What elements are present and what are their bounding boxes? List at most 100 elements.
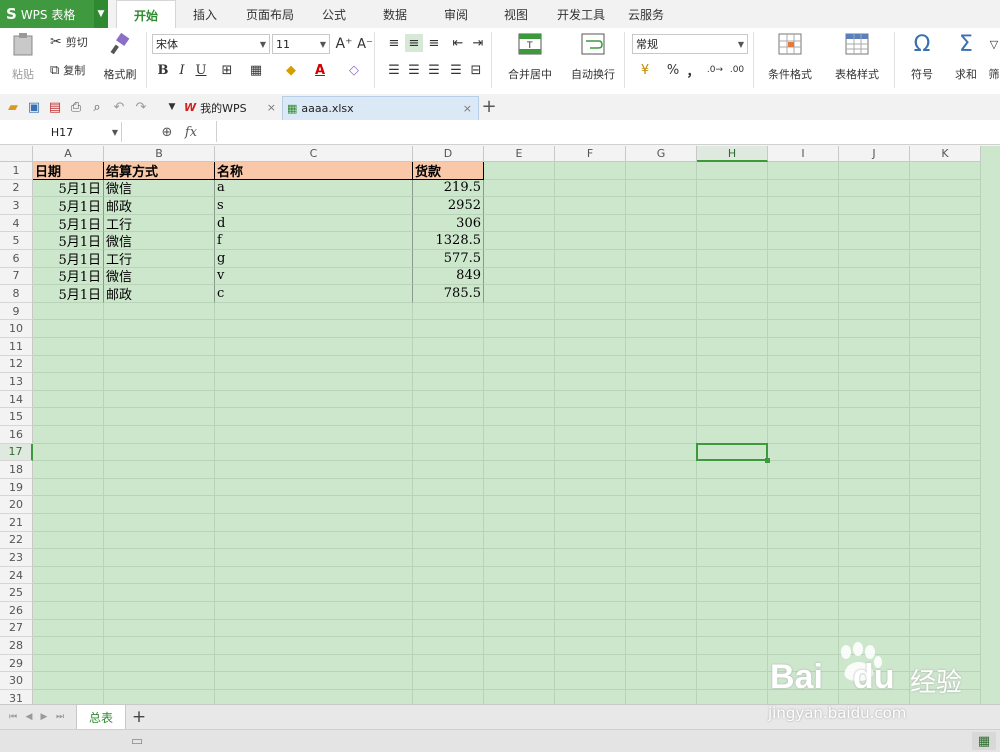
grid-cell[interactable] <box>215 443 413 462</box>
grid-cell[interactable] <box>33 514 104 532</box>
grid-cell[interactable] <box>484 373 555 391</box>
grid-cell[interactable] <box>839 285 910 303</box>
fx-button[interactable]: fx <box>182 123 200 141</box>
grid-cell[interactable] <box>104 338 215 356</box>
column-header[interactable]: E <box>484 146 555 162</box>
grid-cell[interactable] <box>413 355 484 374</box>
grid-cell[interactable] <box>626 461 697 479</box>
table-data-cell[interactable]: 5月1日 <box>33 285 104 303</box>
grid-cell[interactable] <box>768 320 839 338</box>
grid-cell[interactable] <box>555 690 626 704</box>
zoom-search-icon[interactable]: ⊕ <box>158 123 176 141</box>
grid-cell[interactable] <box>33 584 104 602</box>
grid-cell[interactable] <box>33 690 104 704</box>
format-painter-button[interactable]: 格式刷 <box>100 32 140 82</box>
grid-cell[interactable] <box>555 250 626 268</box>
grid-cell[interactable] <box>215 531 413 550</box>
grid-cell[interactable] <box>215 426 413 444</box>
wrap-text-button[interactable]: 自动换行 <box>566 32 620 82</box>
chevron-down-icon[interactable]: ▼ <box>94 0 108 28</box>
grid-cell[interactable] <box>555 549 626 567</box>
grid-cell[interactable] <box>626 179 697 198</box>
grid-cell[interactable] <box>484 320 555 338</box>
grid-cell[interactable] <box>839 496 910 514</box>
grid-cell[interactable] <box>697 637 768 655</box>
grid-cell[interactable] <box>484 531 555 550</box>
selected-cell-indicator[interactable] <box>696 442 768 462</box>
grid-cell[interactable] <box>626 549 697 567</box>
row-header[interactable]: 21 <box>0 514 33 532</box>
grid-cell[interactable] <box>555 443 626 462</box>
grid-cell[interactable] <box>104 496 215 514</box>
grid-cell[interactable] <box>626 619 697 638</box>
grid-cell[interactable] <box>484 690 555 704</box>
grid-cell[interactable] <box>484 514 555 532</box>
paste-button[interactable]: 粘贴 <box>8 32 38 82</box>
bold-button[interactable]: B <box>154 61 172 79</box>
grid-cell[interactable] <box>697 179 768 198</box>
grid-cell[interactable] <box>33 566 104 585</box>
table-data-cell[interactable]: 5月1日 <box>33 232 104 250</box>
align-middle-icon[interactable]: ≡ <box>405 34 423 52</box>
grid-cell[interactable] <box>555 214 626 233</box>
grid-cell[interactable] <box>910 390 981 409</box>
table-data-cell[interactable]: 5月1日 <box>33 197 104 215</box>
grid-cell[interactable] <box>626 250 697 268</box>
grid-cell[interactable] <box>104 672 215 690</box>
tab-data[interactable]: 数据 <box>383 0 407 28</box>
name-box[interactable]: H17 ▼ <box>0 122 122 142</box>
row-header[interactable]: 15 <box>0 408 33 426</box>
grid-cell[interactable] <box>33 338 104 356</box>
font-color-icon[interactable]: A <box>311 61 329 79</box>
row-header[interactable]: 12 <box>0 355 33 374</box>
grid-cell[interactable] <box>555 531 626 550</box>
grid-cell[interactable] <box>33 320 104 338</box>
grid-cell[interactable] <box>413 514 484 532</box>
grid-cell[interactable] <box>697 461 768 479</box>
grid-cell[interactable] <box>484 390 555 409</box>
grid-cell[interactable] <box>484 285 555 303</box>
grid-cell[interactable] <box>768 584 839 602</box>
grid-cell[interactable] <box>697 408 768 426</box>
grid-cell[interactable] <box>839 320 910 338</box>
table-data-cell[interactable]: 工行 <box>104 214 215 233</box>
grid-cell[interactable] <box>910 232 981 250</box>
grid-cell[interactable] <box>33 619 104 638</box>
grid-cell[interactable] <box>839 478 910 497</box>
tab-home[interactable]: 开始 <box>116 0 176 30</box>
row-header[interactable]: 8 <box>0 285 33 303</box>
font-size-select[interactable]: 11 ▼ <box>272 34 330 54</box>
grid-cell[interactable] <box>33 602 104 620</box>
grid-cell[interactable] <box>768 408 839 426</box>
grid-cell[interactable] <box>33 390 104 409</box>
grid-cell[interactable] <box>626 443 697 462</box>
grid-cell[interactable] <box>413 531 484 550</box>
grid-cell[interactable] <box>697 566 768 585</box>
grid-cell[interactable] <box>413 373 484 391</box>
grid-cell[interactable] <box>413 496 484 514</box>
table-data-cell[interactable]: 2952 <box>413 197 484 215</box>
table-data-cell[interactable]: 微信 <box>104 232 215 250</box>
grid-cell[interactable] <box>413 672 484 690</box>
grid-cell[interactable] <box>484 654 555 673</box>
grid-cell[interactable] <box>215 496 413 514</box>
grid-cell[interactable] <box>910 461 981 479</box>
row-header[interactable]: 27 <box>0 619 33 638</box>
row-header[interactable]: 24 <box>0 566 33 585</box>
grid-cell[interactable] <box>484 355 555 374</box>
grid-cell[interactable] <box>484 267 555 286</box>
grid-cell[interactable] <box>215 461 413 479</box>
grid-cell[interactable] <box>484 197 555 215</box>
copy-button[interactable]: ⧉ 复制 <box>50 62 85 78</box>
grid-cell[interactable] <box>626 566 697 585</box>
table-data-cell[interactable]: a <box>215 179 413 198</box>
grid-cell[interactable] <box>839 566 910 585</box>
justify-icon[interactable]: ☰ <box>447 61 465 79</box>
grid-cell[interactable] <box>768 549 839 567</box>
grid-cell[interactable] <box>768 443 839 462</box>
chevron-down-icon[interactable]: ▼ <box>163 98 181 116</box>
percent-button[interactable]: % <box>664 61 682 79</box>
grid-cell[interactable] <box>839 373 910 391</box>
grid-cell[interactable] <box>697 320 768 338</box>
grid-cell[interactable] <box>413 566 484 585</box>
